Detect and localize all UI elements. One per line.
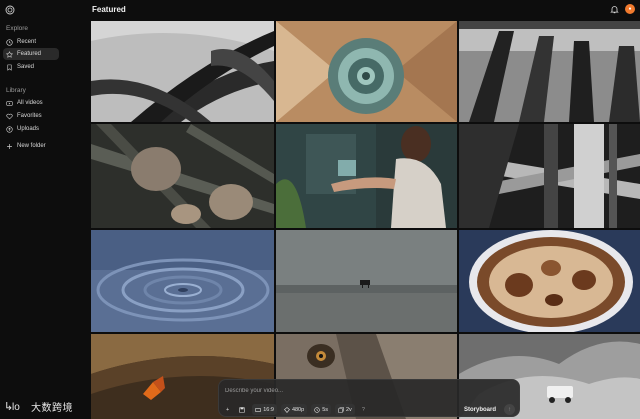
svg-text:lo: lo (12, 402, 20, 413)
star-icon (6, 50, 13, 58)
variations-button[interactable]: 2v (335, 404, 355, 415)
video-thumbnail[interactable] (459, 21, 640, 122)
sidebar-item-label: Saved (17, 64, 35, 70)
watermark-text: 大数跨境 (31, 402, 73, 414)
storyboard-button[interactable]: Storyboard (460, 407, 500, 413)
video-thumbnail[interactable] (276, 21, 457, 122)
add-label: + (226, 406, 230, 413)
prompt-controls: + 16:9 480p 5s 2v ? Storyboard ↑ (223, 404, 515, 415)
duration-button[interactable]: 5s (311, 404, 331, 415)
sidebar-item-featured[interactable]: Featured (3, 48, 59, 60)
upload-icon (6, 125, 13, 133)
video-thumbnail[interactable] (91, 21, 274, 122)
help-label: ? (361, 406, 365, 413)
top-bar: Featured ● (88, 0, 640, 20)
video-thumbnail[interactable] (91, 124, 274, 228)
video-thumbnail[interactable] (459, 124, 640, 228)
sidebar-item-label: Uploads (17, 126, 40, 132)
sidebar-item-label: Recent (17, 39, 37, 45)
sidebar-item-favorites[interactable]: Favorites (3, 110, 59, 122)
heart-icon (6, 113, 13, 119)
new-folder-button[interactable]: New folder (3, 140, 59, 152)
sidebar-item-label: All videos (17, 100, 43, 106)
send-button[interactable]: ↑ (504, 404, 515, 415)
bell-icon[interactable] (610, 5, 619, 14)
variations-label: 2v (346, 406, 352, 413)
aspect-ratio-icon (255, 407, 262, 412)
help-button[interactable]: ? (359, 404, 368, 415)
duration-label: 5s (322, 406, 328, 413)
send-arrow-icon: ↑ (508, 406, 511, 413)
sidebar: Explore Recent Featured Saved Library Al… (0, 0, 88, 419)
swirl-logo-icon[interactable] (5, 5, 15, 15)
video-thumbnail[interactable] (91, 230, 274, 332)
watermark: ↳ lo 大数跨境 (4, 398, 88, 414)
bookmark-icon (7, 64, 12, 71)
plus-icon (7, 143, 12, 149)
clock-icon (314, 406, 320, 413)
resolution-button[interactable]: 480p (280, 404, 308, 415)
sidebar-item-label: Favorites (17, 113, 42, 119)
explore-section-label: Explore (6, 25, 29, 32)
sidebar-item-label: Featured (17, 51, 42, 57)
avatar-initial: ● (628, 6, 632, 12)
page-title: Featured (92, 5, 126, 14)
aspect-ratio-button[interactable]: 16:9 (252, 404, 277, 415)
video-thumbnail[interactable] (276, 230, 457, 332)
avatar[interactable]: ● (625, 4, 635, 14)
save-icon (239, 406, 246, 413)
layers-icon (338, 406, 344, 413)
sidebar-item-recent[interactable]: Recent (3, 36, 59, 48)
clock-icon (6, 38, 13, 46)
new-folder-label: New folder (17, 143, 46, 149)
describe-video-input[interactable] (225, 386, 445, 396)
storyboard-toggle-button[interactable] (236, 404, 248, 415)
watermark-logo-icon: ↳ lo (4, 401, 20, 413)
prompt-bar: + 16:9 480p 5s 2v ? Storyboard ↑ (218, 379, 520, 417)
sidebar-item-saved[interactable]: Saved (3, 61, 59, 73)
sidebar-item-all-videos[interactable]: All videos (3, 97, 59, 109)
diamond-icon (284, 406, 290, 413)
library-section-label: Library (6, 87, 26, 94)
video-icon (6, 100, 13, 106)
add-button[interactable]: + (223, 404, 232, 415)
sidebar-item-uploads[interactable]: Uploads (3, 123, 59, 135)
video-thumbnail[interactable] (276, 124, 457, 228)
resolution-label: 480p (291, 406, 305, 413)
video-thumbnail[interactable] (459, 230, 640, 332)
aspect-ratio-label: 16:9 (263, 406, 274, 413)
